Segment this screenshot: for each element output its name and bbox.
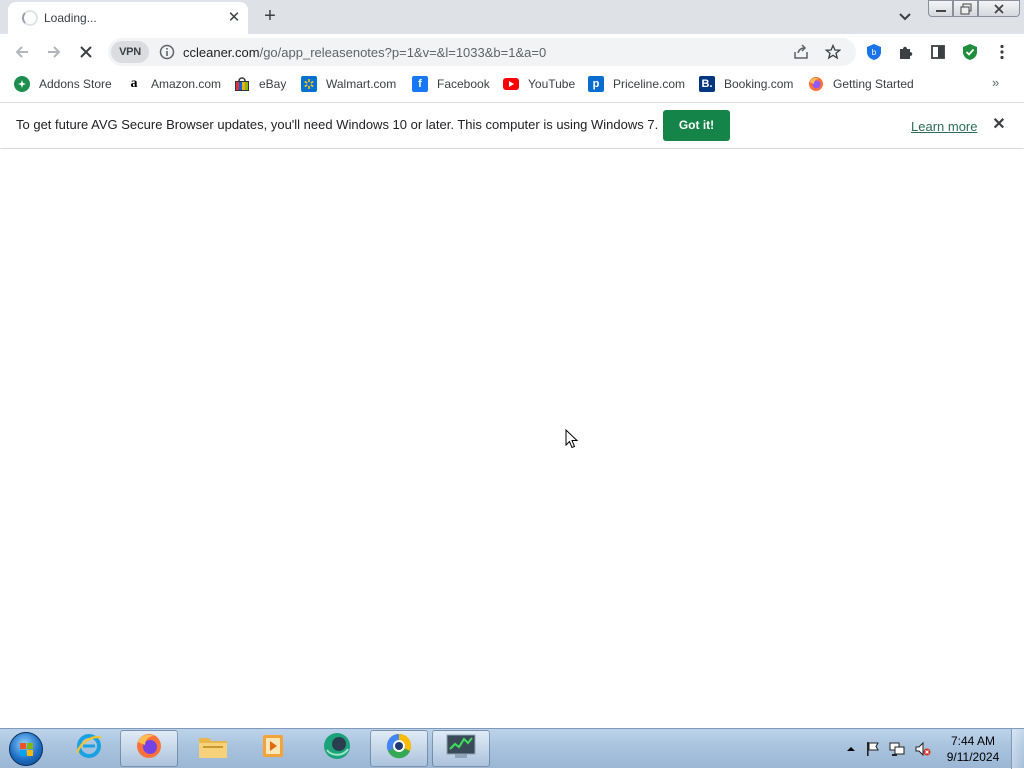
bookmark-priceline[interactable]: p Priceline.com [588,75,685,93]
taskbar-internet-explorer[interactable] [60,730,118,767]
tab-title: Loading... [44,11,97,25]
tab-search-chevron-icon[interactable] [893,6,917,28]
bookmark-star-icon[interactable] [823,42,843,62]
window-controls [928,0,1020,18]
taskbar-media-player[interactable] [244,730,302,767]
task-manager-icon [445,732,477,765]
taskbar-clock[interactable]: 7:44 AM 9/11/2024 [938,733,1008,765]
update-infobar: To get future AVG Secure Browser updates… [0,102,1024,148]
walmart-icon [301,76,317,92]
page-content [0,149,1024,728]
show-hidden-icons-chevron-icon[interactable] [843,741,859,757]
taskbar-green-browser[interactable] [308,730,366,767]
new-tab-button[interactable]: + [258,5,282,29]
youtube-icon [503,76,519,92]
ebay-icon [234,76,250,92]
taskbar-task-manager[interactable] [432,730,490,767]
bookmark-label: Priceline.com [613,77,686,91]
windows-logo-icon [9,732,43,766]
bookmark-label: Amazon.com [151,77,222,91]
learn-more-link[interactable]: Learn more [911,119,977,134]
facebook-icon: f [412,76,428,92]
tab-close-icon[interactable]: ✕ [224,8,244,28]
taskbar-firefox[interactable] [120,730,178,767]
url-path: /go/app_releasenotes?p=1&v=&l=1033&b=1&a… [259,45,547,60]
clock-date: 9/11/2024 [946,750,1000,764]
vpn-button[interactable]: VPN [111,41,149,63]
back-arrow-icon[interactable] [10,40,34,64]
bookmark-label: YouTube [528,77,576,91]
bookmark-walmart[interactable]: Walmart.com [301,75,396,93]
address-bar[interactable]: VPN ccleaner.com/go/app_releasenotes?p=1… [108,38,856,66]
infobar-close-icon[interactable]: ✕ [990,116,1008,134]
clock-time: 7:44 AM [950,734,996,748]
taskbar: 7:44 AM 9/11/2024 [0,728,1024,769]
stop-loading-icon[interactable] [74,40,98,64]
bookmark-label: eBay [259,77,287,91]
close-icon[interactable] [978,0,1020,17]
taskbar-avg-browser[interactable] [370,730,428,767]
addons-store-icon [14,76,30,92]
site-info-icon[interactable] [159,44,175,60]
restore-icon[interactable] [953,0,978,17]
bookmark-getting-started[interactable]: Getting Started [808,75,914,93]
bookmark-facebook[interactable]: f Facebook [412,75,490,93]
firefox-icon [808,76,824,92]
bookmark-label: Walmart.com [326,77,397,91]
network-icon[interactable] [889,741,905,757]
url-text[interactable]: ccleaner.com/go/app_releasenotes?p=1&v=&… [183,45,546,60]
internet-explorer-icon [74,731,104,766]
bookmarks-bar: Addons Store a Amazon.com eBay Walmart.c… [0,70,1024,98]
amazon-icon: a [130,76,138,91]
taskbar-file-explorer[interactable] [184,730,242,767]
tab-active[interactable]: Loading... ✕ [8,2,248,34]
toolbar: VPN ccleaner.com/go/app_releasenotes?p=1… [0,34,1024,70]
mouse-cursor-icon [565,428,579,449]
file-explorer-icon [197,732,229,765]
show-desktop-button[interactable] [1011,729,1024,769]
avg-shield-extension-icon[interactable]: b [862,40,886,64]
bookmark-ebay[interactable]: eBay [234,75,286,93]
bookmark-label: Getting Started [833,77,914,91]
infobar-message: To get future AVG Secure Browser updates… [16,117,659,132]
bookmark-booking[interactable]: B. Booking.com [699,75,793,93]
bookmark-label: Addons Store [39,77,112,91]
media-player-icon [258,731,288,766]
security-check-icon[interactable] [958,40,982,64]
bookmark-label: Facebook [437,77,490,91]
share-icon[interactable] [791,42,811,62]
bookmark-addons-store[interactable]: Addons Store [14,75,112,93]
priceline-icon: p [588,76,604,92]
side-panel-icon[interactable] [926,40,950,64]
bookmarks-overflow-chevron-icon[interactable]: » [992,75,999,90]
svg-text:b: b [872,48,877,57]
minimize-icon[interactable] [928,0,953,17]
menu-kebab-icon[interactable] [990,40,1014,64]
forward-arrow-icon[interactable] [42,40,66,64]
bookmark-label: Booking.com [724,77,794,91]
got-it-button[interactable]: Got it! [663,110,730,141]
tab-strip: Loading... ✕ + [0,0,1024,34]
start-button[interactable] [4,730,48,768]
action-center-flag-icon[interactable] [865,741,881,757]
url-host: ccleaner.com [183,45,260,60]
avg-browser-icon [384,731,414,766]
extensions-puzzle-icon[interactable] [894,40,918,64]
bookmark-youtube[interactable]: YouTube [503,75,575,93]
green-browser-icon [321,730,353,767]
firefox-icon [134,731,164,766]
bookmark-amazon[interactable]: a Amazon.com [126,75,222,93]
booking-icon: B. [699,76,715,92]
volume-muted-icon[interactable] [915,741,931,757]
loading-spinner-icon [22,10,38,26]
